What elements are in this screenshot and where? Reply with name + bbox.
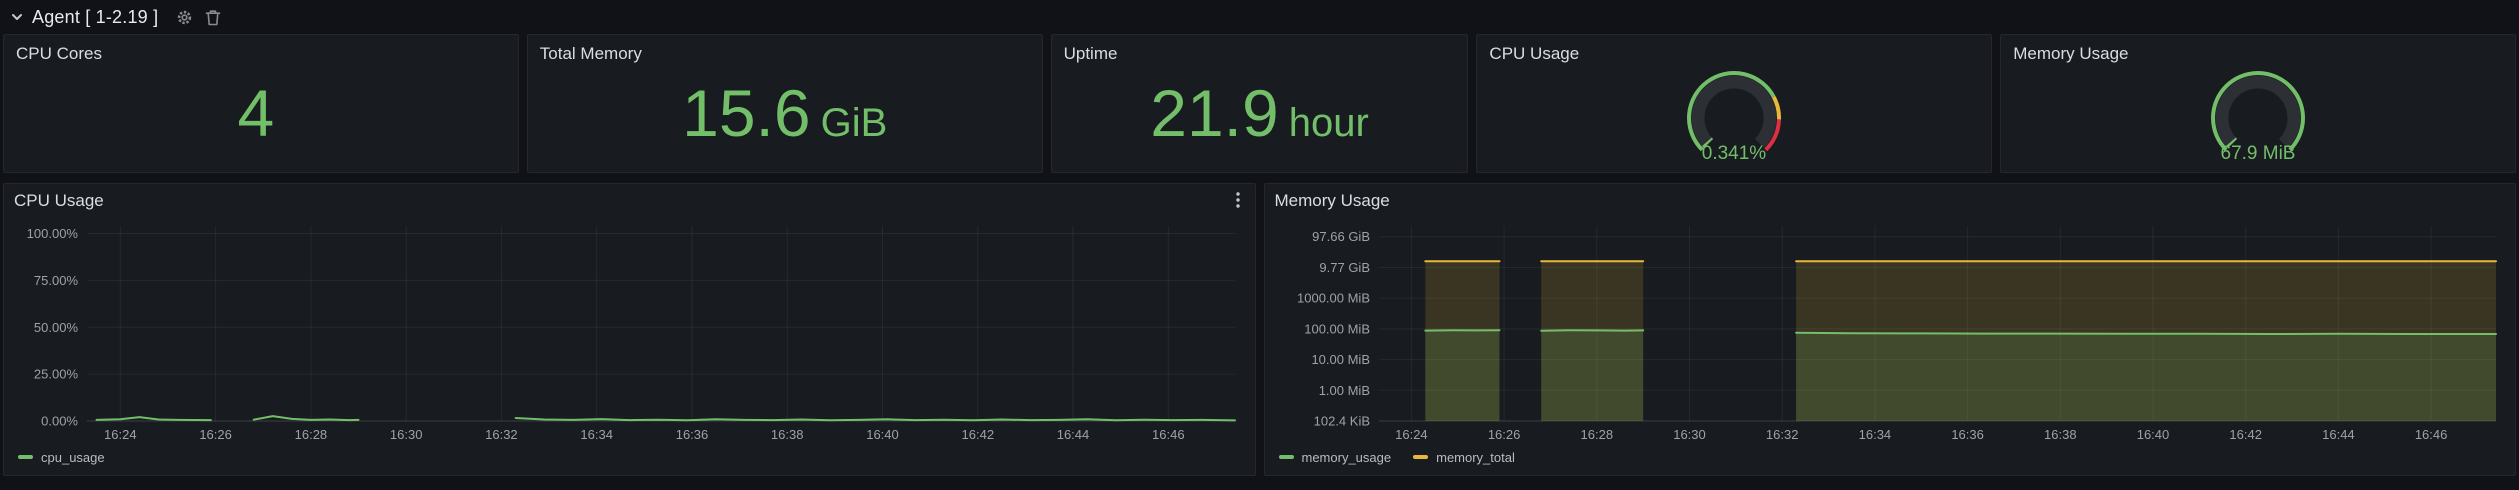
cpu-usage-chart[interactable]: 16:24 16:26 16:28 16:30 16:32 16:34 16:36 16:38… — [14, 218, 1245, 445]
legend-swatch-icon — [1413, 455, 1428, 459]
svg-text:10.00 MiB: 10.00 MiB — [1311, 352, 1370, 367]
svg-text:16:44: 16:44 — [1057, 427, 1090, 442]
svg-text:16:28: 16:28 — [295, 427, 328, 442]
row-collapse-chevron-icon[interactable] — [10, 10, 24, 24]
svg-text:16:32: 16:32 — [1765, 427, 1798, 442]
legend-item-memory_usage[interactable]: memory_usage — [1279, 450, 1392, 465]
row-settings-gear-icon[interactable] — [176, 9, 193, 26]
legend-swatch-icon — [18, 455, 33, 459]
memory-usage-chart[interactable]: 16:24 16:26 16:28 16:30 16:32 16:34 16:36 16:38… — [1275, 218, 2506, 445]
svg-text:16:32: 16:32 — [485, 427, 518, 442]
panel-cpu-usage-gauge: CPU Usage 0.341% — [1476, 34, 1992, 173]
svg-text:1.00 MiB: 1.00 MiB — [1318, 383, 1369, 398]
svg-text:0.341%: 0.341% — [1702, 143, 1767, 163]
row-title[interactable]: Agent [ 1-2.19 ] — [32, 7, 158, 28]
svg-text:16:24: 16:24 — [1395, 427, 1428, 442]
stat-unit: hour — [1289, 101, 1369, 146]
svg-text:16:46: 16:46 — [2414, 427, 2447, 442]
timeseries-plot[interactable]: 16:24 16:26 16:28 16:30 16:32 16:34 16:36 16:38… — [1275, 218, 2506, 445]
stat-number: 4 — [238, 79, 275, 148]
stats-row: CPU Cores 4 Total Memory 15.6GiB Uptime … — [3, 34, 2516, 173]
svg-text:16:28: 16:28 — [1580, 427, 1613, 442]
panel-title[interactable]: Uptime — [1064, 43, 1456, 64]
panel-title[interactable]: CPU Usage — [14, 190, 104, 211]
svg-text:16:30: 16:30 — [1673, 427, 1706, 442]
panel-memory-usage-chart: Memory Usage 16:2416:2616:2816:3016:3216… — [1264, 183, 2517, 476]
timeseries-plot[interactable]: 16:24 16:26 16:28 16:30 16:32 16:34 16:36 16:38… — [14, 218, 1245, 445]
svg-text:0.00%: 0.00% — [41, 414, 78, 429]
stat-value-total-memory: 15.6GiB — [540, 64, 1030, 164]
stat-value-uptime: 21.9hour — [1064, 64, 1456, 164]
stat-number: 21.9 — [1150, 79, 1278, 148]
svg-text:50.00%: 50.00% — [34, 320, 79, 335]
svg-text:100.00 MiB: 100.00 MiB — [1304, 321, 1370, 336]
panel-title[interactable]: CPU Cores — [16, 43, 506, 64]
grafana-dashboard: Agent [ 1-2.19 ] CPU Cores 4 Total Memor… — [0, 0, 2519, 490]
svg-text:1000.00 MiB: 1000.00 MiB — [1297, 291, 1370, 306]
svg-text:16:34: 16:34 — [1858, 427, 1891, 442]
svg-text:16:36: 16:36 — [1951, 427, 1984, 442]
legend-swatch-icon — [1279, 455, 1294, 459]
svg-text:16:34: 16:34 — [580, 427, 613, 442]
panel-total-memory: Total Memory 15.6GiB — [527, 34, 1043, 173]
svg-text:16:38: 16:38 — [2044, 427, 2077, 442]
stat-number: 15.6 — [682, 79, 810, 148]
svg-text:102.4 KiB: 102.4 KiB — [1313, 414, 1369, 429]
panel-title[interactable]: Memory Usage — [1275, 190, 1390, 211]
panel-title[interactable]: CPU Usage — [1489, 43, 1979, 64]
svg-text:16:30: 16:30 — [390, 427, 423, 442]
memory-usage-legend: memory_usage memory_total — [1275, 445, 2506, 469]
svg-text:9.77 GiB: 9.77 GiB — [1319, 260, 1370, 275]
svg-text:75.00%: 75.00% — [34, 273, 79, 288]
gauge-plot: 0.341% — [1646, 65, 1822, 163]
panel-cpu-cores: CPU Cores 4 — [3, 34, 519, 173]
cpu-usage-gauge: 0.341% — [1489, 64, 1979, 164]
cpu-usage-legend: cpu_usage — [14, 445, 1245, 469]
panel-title[interactable]: Memory Usage — [2013, 43, 2503, 64]
svg-text:16:40: 16:40 — [866, 427, 899, 442]
legend-label[interactable]: cpu_usage — [41, 450, 105, 465]
legend-label[interactable]: memory_total — [1436, 450, 1515, 465]
svg-text:16:24: 16:24 — [104, 427, 137, 442]
svg-text:16:46: 16:46 — [1152, 427, 1185, 442]
chart-header: Memory Usage — [1275, 190, 2506, 218]
svg-text:16:36: 16:36 — [676, 427, 709, 442]
svg-text:100.00%: 100.00% — [27, 226, 79, 241]
svg-text:16:42: 16:42 — [2229, 427, 2262, 442]
svg-text:16:38: 16:38 — [771, 427, 804, 442]
panel-menu-kebab-icon[interactable] — [1231, 190, 1245, 215]
svg-text:16:26: 16:26 — [1487, 427, 1520, 442]
charts-row: CPU Usage 16:24 16:26 16:28 16:30 16:32 16:34… — [3, 183, 2516, 476]
legend-label[interactable]: memory_usage — [1302, 450, 1392, 465]
stat-unit: GiB — [821, 101, 888, 146]
svg-text:16:26: 16:26 — [199, 427, 232, 442]
svg-text:16:44: 16:44 — [2322, 427, 2355, 442]
gauge-plot: 67.9 MiB — [2170, 65, 2346, 163]
svg-text:16:40: 16:40 — [2136, 427, 2169, 442]
row-actions — [176, 9, 221, 26]
panel-cpu-usage-chart: CPU Usage 16:24 16:26 16:28 16:30 16:32 16:34… — [3, 183, 1256, 476]
memory-usage-gauge: 67.9 MiB — [2013, 64, 2503, 164]
svg-text:25.00%: 25.00% — [34, 367, 79, 382]
svg-text:97.66 GiB: 97.66 GiB — [1312, 229, 1370, 244]
row-delete-trash-icon[interactable] — [205, 9, 221, 26]
stat-value-cpu-cores: 4 — [16, 64, 506, 164]
dashboard-row-header[interactable]: Agent [ 1-2.19 ] — [3, 0, 2516, 34]
panel-uptime: Uptime 21.9hour — [1051, 34, 1469, 173]
legend-item-cpu_usage[interactable]: cpu_usage — [18, 450, 105, 465]
svg-text:16:42: 16:42 — [962, 427, 995, 442]
svg-text:67.9 MiB: 67.9 MiB — [2221, 143, 2296, 163]
panel-memory-usage-gauge: Memory Usage 67.9 MiB — [2000, 34, 2516, 173]
panel-title[interactable]: Total Memory — [540, 43, 1030, 64]
chart-header: CPU Usage — [14, 190, 1245, 218]
legend-item-memory_total[interactable]: memory_total — [1413, 450, 1515, 465]
